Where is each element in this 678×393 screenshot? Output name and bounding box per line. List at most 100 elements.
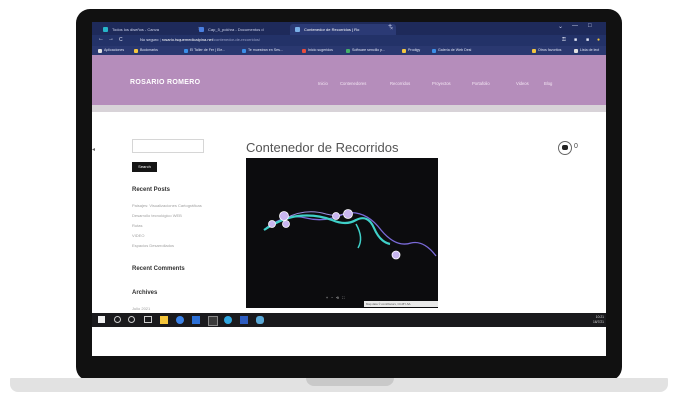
windows-start-icon[interactable] — [98, 316, 105, 323]
bookmark-label: Prodigy — [408, 48, 421, 52]
forward-button[interactable]: → — [108, 36, 114, 42]
bookmark-label: Software sencillo p... — [352, 48, 386, 52]
browser-tab-bar: Todos los diseños - Canva × Cap_5_pokhra… — [92, 22, 606, 35]
nav-item[interactable]: Videos — [516, 81, 529, 86]
bookmark-icon — [346, 49, 350, 53]
clock-date: 16/7/21 — [593, 319, 604, 324]
route-map[interactable] — [246, 158, 438, 308]
map-controls[interactable]: + − ⟲ ⛶ — [326, 296, 345, 300]
bookmark-item[interactable]: Galería de Web Desi — [432, 47, 471, 54]
bookmark-item[interactable]: Lista de lect — [574, 47, 599, 54]
reading-list-icon — [574, 49, 578, 53]
laptop-notch — [306, 378, 394, 386]
apps-icon — [98, 49, 102, 53]
site-icon — [295, 27, 300, 32]
chevron-left-icon[interactable]: ◂ — [92, 146, 95, 153]
speech-bubble-icon — [562, 145, 568, 150]
bookmark-label: Galería de Web Desi — [438, 48, 472, 52]
docs-icon — [199, 27, 204, 32]
route-map-graphic — [263, 209, 437, 260]
minimize-button[interactable]: — — [572, 23, 578, 29]
archives-heading: Archives — [132, 290, 158, 296]
browser-tab-active[interactable]: Contenedor de Recorridos | Ro × — [290, 24, 396, 35]
recent-post-link[interactable]: Paisajes: Visualizaciones Cartográficas — [132, 203, 202, 208]
bookmark-label: El Taller de Fer | Ele... — [190, 48, 226, 52]
recent-post-link[interactable]: Espacios Desarrollados — [132, 243, 174, 248]
bookmarks-bar: Aplicaciones Bookmarks El Taller de Fer … — [92, 46, 606, 55]
nav-item[interactable]: Inicio — [318, 81, 328, 86]
bookmark-item[interactable]: Prodigy — [402, 47, 420, 54]
archive-link[interactable]: Julio 2021 — [132, 306, 150, 311]
tab-label: Cap_5_pokhra - Documentos d — [208, 27, 264, 32]
extension-icon[interactable]: ■ — [586, 37, 589, 43]
bookmark-label: Inicio sugeridos — [308, 48, 333, 52]
site-header: ROSARIO ROMERO Inicio Contenedores Recor… — [92, 55, 606, 105]
photoshop-icon[interactable] — [208, 316, 218, 326]
bookmark-item[interactable]: Otros favoritos — [532, 47, 561, 54]
bookmark-icon — [402, 49, 406, 53]
url-path: /contenedor-de-recorridos/ — [212, 37, 261, 42]
folder-icon — [532, 49, 536, 53]
bookmark-label: Otros favoritos — [538, 48, 562, 52]
key-icon[interactable]: ⚿ — [562, 37, 566, 43]
profile-icon[interactable]: ● — [597, 37, 600, 43]
bookmark-icon — [242, 49, 246, 53]
nav-item[interactable]: Blog — [544, 81, 552, 86]
recent-post-link[interactable]: Desarrollo tecnológico WEB — [132, 213, 182, 218]
nav-item[interactable]: Proyectos — [432, 81, 451, 86]
bookmark-label: Aplicaciones — [104, 48, 125, 52]
search-button[interactable]: Search — [132, 162, 157, 172]
canva-icon — [103, 27, 108, 32]
bookmark-icon — [302, 49, 306, 53]
bookmark-item[interactable]: El Taller de Fer | Ele... — [184, 47, 225, 54]
comment-icon[interactable] — [558, 141, 572, 155]
not-secure-label: No seguro — [140, 37, 159, 42]
bookmark-label: Lista de lect — [580, 48, 600, 52]
clock-time: 10:21 — [595, 315, 604, 319]
maximize-button[interactable]: □ — [588, 23, 592, 29]
task-view-icon[interactable] — [144, 316, 152, 323]
reload-button[interactable]: C — [119, 37, 123, 43]
bookmark-icon — [184, 49, 188, 53]
recent-comments-heading: Recent Comments — [132, 266, 185, 272]
mail-icon[interactable] — [192, 316, 200, 324]
clock[interactable]: 10:21 16/7/21 — [593, 315, 604, 324]
tab-label: Todos los diseños - Canva — [112, 27, 159, 32]
search-icon[interactable] — [114, 316, 121, 323]
laptop-screen: Todos los diseños - Canva × Cap_5_pokhra… — [92, 22, 606, 356]
url-host: rosario.tsquemedicalpina.net — [161, 37, 213, 42]
cortana-icon[interactable] — [128, 316, 135, 323]
bookmark-label: Te muestran en Ses... — [248, 48, 283, 52]
nav-item[interactable]: Contenedores — [340, 81, 366, 86]
bookmark-item[interactable]: Software sencillo p... — [346, 47, 385, 54]
new-tab-button[interactable]: + — [388, 23, 392, 30]
header-divider — [92, 105, 606, 112]
browser-tab[interactable]: Todos los diseños - Canva × — [98, 24, 204, 35]
extensions-icon[interactable]: ■ — [574, 37, 577, 43]
chevron-down-icon[interactable]: ⌄ — [558, 23, 563, 30]
nav-item[interactable]: Portafolio — [472, 81, 490, 86]
chrome-icon[interactable] — [176, 316, 184, 324]
file-explorer-icon[interactable] — [160, 316, 168, 324]
back-button[interactable]: ← — [98, 36, 104, 42]
recent-posts-heading: Recent Posts — [132, 187, 171, 193]
nav-item[interactable]: Recorridos — [390, 81, 410, 86]
browser-address-bar: ← → C No seguro | rosario.tsquemedicalpi… — [92, 35, 606, 46]
word-icon[interactable] — [240, 316, 248, 324]
recent-post-link[interactable]: Rutas — [132, 223, 142, 228]
search-input[interactable] — [132, 139, 204, 153]
page-title: Contenedor de Recorridos — [246, 140, 399, 155]
bookmark-item[interactable]: Inicio sugeridos — [302, 47, 333, 54]
bookmark-item[interactable]: Bookmarks — [134, 47, 158, 54]
bookmark-icon — [432, 49, 436, 53]
bookmark-item[interactable]: Aplicaciones — [98, 47, 124, 54]
url-field[interactable]: No seguro | rosario.tsquemedicalpina.net… — [140, 37, 260, 42]
recent-post-link[interactable]: VIDEO — [132, 233, 144, 238]
map-attribution: Map data © contributors, CC-BY-SA — [364, 301, 438, 307]
star-icon — [134, 49, 138, 53]
edge-icon[interactable] — [224, 316, 232, 324]
bookmark-item[interactable]: Te muestran en Ses... — [242, 47, 283, 54]
cloud-icon[interactable] — [256, 316, 264, 324]
browser-tab[interactable]: Cap_5_pokhra - Documentos d × — [194, 24, 300, 35]
site-title[interactable]: ROSARIO ROMERO — [130, 79, 200, 86]
